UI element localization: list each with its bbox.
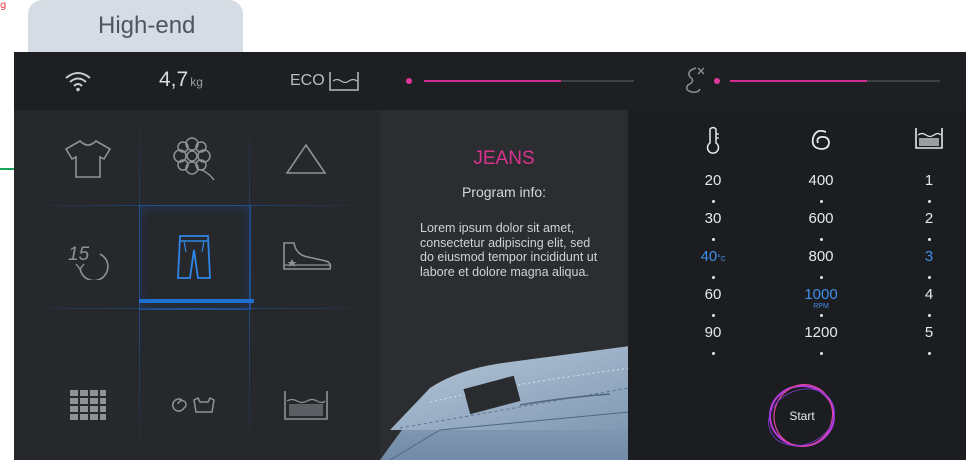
tab-label: High-end: [98, 12, 196, 39]
quick-label: 15: [68, 244, 90, 265]
program-wool[interactable]: [142, 358, 246, 452]
program-shirt[interactable]: [36, 112, 140, 206]
option-separator-dot: [928, 200, 931, 203]
temperature-option[interactable]: 60: [678, 286, 748, 303]
program-mixed[interactable]: [36, 358, 140, 452]
spin-option[interactable]: 1000: [786, 286, 856, 303]
start-button[interactable]: Start: [764, 380, 840, 452]
option-separator-dot: [928, 352, 931, 355]
temperature-option[interactable]: 90: [678, 324, 748, 341]
level-option-value: 1: [924, 172, 934, 189]
flower-icon: [173, 137, 215, 181]
program-description: Lorem ipsum dolor sit amet, consectetur …: [420, 221, 598, 279]
program-synthetic[interactable]: [254, 112, 358, 206]
jeans-icon: [177, 235, 211, 279]
weight-value: 4,7: [159, 68, 189, 91]
level-option[interactable]: 4: [894, 286, 964, 303]
level-option-value: 5: [924, 324, 934, 341]
soil-slider-fill: [730, 80, 867, 82]
eco-label: ECO: [290, 72, 325, 89]
program-info-panel: JEANS Program info: Lorem ipsum dolor si…: [380, 110, 628, 460]
load-weight: 4,7 kg: [159, 68, 203, 92]
option-separator-dot: [928, 238, 931, 241]
status-bar: 4,7 kg ECO: [14, 52, 966, 110]
triangle-icon: [285, 143, 327, 174]
level-option[interactable]: 5: [894, 324, 964, 341]
level-option-value: 3: [924, 248, 934, 265]
tab-high-end[interactable]: High-end: [28, 0, 243, 55]
spin-icon: [811, 129, 830, 150]
option-separator-dot: [928, 276, 931, 279]
level-option[interactable]: 1: [894, 172, 964, 189]
water-level-icon: [915, 128, 943, 149]
spin-option-value: 400: [808, 172, 834, 189]
program-sport[interactable]: [254, 210, 358, 304]
temperature-option[interactable]: 40°c: [678, 248, 748, 265]
level-option-value: 2: [924, 210, 934, 227]
wifi-icon: [65, 72, 91, 92]
corner-mark: g: [0, 0, 7, 11]
jeans-photo: [380, 346, 628, 460]
spin-option-value: 1000: [804, 286, 838, 303]
program-info-heading: Program info:: [461, 184, 547, 200]
shirt-icon: [64, 140, 112, 178]
program-jeans[interactable]: [142, 210, 246, 304]
start-label: Start: [789, 409, 815, 423]
grid-icon: [70, 390, 106, 420]
level-option-value: 4: [924, 286, 934, 303]
temperature-option[interactable]: 30: [678, 210, 748, 227]
spin-unit: RPM: [813, 303, 829, 310]
washing-machine-panel: 4,7 kg ECO 15 JEANS Program info: Lorem …: [14, 52, 966, 460]
option-separator-dot: [712, 276, 715, 279]
option-separator-dot: [820, 238, 823, 241]
spin-wool-icon: [172, 396, 215, 413]
soil-slider[interactable]: [730, 80, 940, 82]
eco-slider-fill: [424, 80, 561, 82]
option-separator-dot: [712, 238, 715, 241]
option-separator-dot: [928, 314, 931, 317]
option-separator-dot: [820, 200, 823, 203]
temperature-option-value: 20: [704, 172, 722, 189]
level-option[interactable]: 2: [894, 210, 964, 227]
temperature-option-value: 40: [700, 248, 718, 265]
thermometer-icon: [706, 126, 720, 154]
tub-icon: [284, 391, 328, 420]
program-grid: 15: [14, 110, 380, 460]
option-separator-dot: [820, 352, 823, 355]
eco-slider[interactable]: [424, 80, 634, 82]
water-tub-icon: [329, 72, 359, 91]
program-delicates[interactable]: [142, 112, 246, 206]
temperature-option[interactable]: 20: [678, 172, 748, 189]
soil-icon: [685, 67, 705, 93]
eco-slider-handle[interactable]: [406, 78, 412, 84]
spin-option[interactable]: 400: [786, 172, 856, 189]
temperature-unit: °c: [717, 253, 726, 263]
spin-option-value: 600: [808, 210, 834, 227]
spin-option-value: 1200: [804, 324, 838, 341]
option-separator-dot: [712, 352, 715, 355]
program-tub-clean[interactable]: [254, 358, 358, 452]
temperature-option-value: 30: [704, 210, 722, 227]
wash-settings: 20 30 40°c 60 90 400 600 800 1000 RPM 1200 1 2 3 4 5: [628, 110, 966, 460]
spin-option[interactable]: 600: [786, 210, 856, 227]
temperature-option-value: 90: [704, 324, 722, 341]
selected-program-underline: [139, 299, 254, 303]
weight-unit: kg: [190, 75, 203, 89]
option-separator-dot: [820, 276, 823, 279]
spin-option[interactable]: 1200: [786, 324, 856, 341]
program-title: JEANS: [473, 148, 535, 169]
quick-15-icon: 15: [68, 244, 109, 280]
option-separator-dot: [712, 314, 715, 317]
soil-slider-handle[interactable]: [714, 78, 720, 84]
level-option[interactable]: 3: [894, 248, 964, 265]
sneaker-icon: [283, 242, 332, 270]
spin-option-value: 800: [808, 248, 834, 265]
temperature-option-value: 60: [704, 286, 722, 303]
spin-option[interactable]: 800: [786, 248, 856, 265]
option-separator-dot: [712, 200, 715, 203]
program-quick[interactable]: 15: [36, 210, 140, 304]
option-separator-dot: [820, 314, 823, 317]
